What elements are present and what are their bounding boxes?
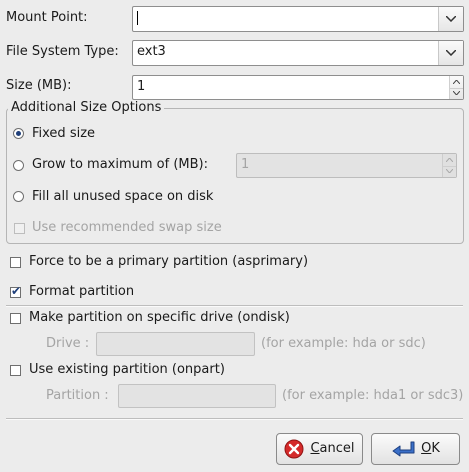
spin-down-button[interactable] [450, 88, 463, 100]
ok-button[interactable]: OK [371, 433, 460, 465]
cancel-icon [284, 439, 304, 459]
ondisk-checkbox[interactable] [10, 313, 21, 324]
fixed-size-radio[interactable] [13, 128, 24, 139]
drive-label: Drive : [46, 336, 90, 351]
onpart-checkbox[interactable] [10, 365, 21, 376]
partition-hint: (for example: hda1 or sdc3) [282, 388, 464, 403]
checkmark-icon: ✔ [11, 284, 22, 298]
partition-input[interactable] [118, 384, 276, 408]
separator [6, 305, 463, 307]
ok-icon [392, 441, 415, 457]
grow-max-spinner[interactable]: 1 [236, 153, 457, 178]
size-spinner[interactable]: 1 [132, 75, 464, 100]
swap-size-label[interactable]: Use recommended swap size [32, 220, 222, 236]
size-options-legend: Additional Size Options [8, 100, 165, 116]
fill-space-radio[interactable] [13, 191, 24, 202]
cancel-label: Cancel [310, 441, 355, 456]
drive-hint: (for example: hda or sdc) [261, 336, 426, 351]
chevron-down-icon [446, 169, 453, 174]
separator [6, 418, 463, 420]
fs-type-dropdown-button[interactable] [438, 41, 463, 65]
fixed-size-label[interactable]: Fixed size [32, 126, 95, 142]
mount-point-dropdown-button[interactable] [438, 7, 463, 31]
cancel-button[interactable]: Cancel [276, 433, 363, 465]
chevron-up-icon [453, 79, 460, 84]
mount-point-combo[interactable] [132, 6, 464, 32]
text-cursor [137, 11, 138, 25]
chevron-up-icon [446, 157, 453, 162]
drive-input[interactable] [96, 332, 255, 356]
format-partition-checkbox[interactable]: ✔ [10, 284, 22, 298]
mount-point-label: Mount Point: [6, 10, 88, 25]
primary-partition-label[interactable]: Force to be a primary partition (asprima… [29, 254, 308, 270]
grow-radio[interactable] [13, 160, 24, 171]
fill-space-label[interactable]: Fill all unused space on disk [32, 189, 213, 205]
primary-partition-checkbox[interactable] [10, 257, 21, 268]
size-spinner-arrows[interactable] [449, 76, 463, 99]
spin-down-button[interactable] [443, 166, 456, 178]
size-label: Size (MB): [6, 78, 72, 93]
fs-type-value: ext3 [137, 44, 166, 59]
chevron-down-icon [446, 50, 456, 56]
partition-label: Partition : [46, 388, 109, 403]
grow-max-value: 1 [241, 157, 250, 172]
chevron-down-icon [446, 16, 456, 22]
onpart-label[interactable]: Use existing partition (onpart) [29, 362, 225, 378]
format-partition-label[interactable]: Format partition [29, 284, 134, 300]
fs-type-combo[interactable]: ext3 [132, 40, 464, 66]
chevron-down-icon [453, 91, 460, 96]
fs-type-label: File System Type: [6, 44, 119, 59]
grow-max-spinner-arrows[interactable] [442, 154, 456, 177]
swap-size-checkbox[interactable] [14, 223, 25, 234]
size-value[interactable]: 1 [137, 79, 145, 95]
grow-label[interactable]: Grow to maximum of (MB): [32, 157, 208, 173]
ondisk-label[interactable]: Make partition on specific drive (ondisk… [29, 310, 290, 326]
ok-label: OK [421, 441, 440, 456]
